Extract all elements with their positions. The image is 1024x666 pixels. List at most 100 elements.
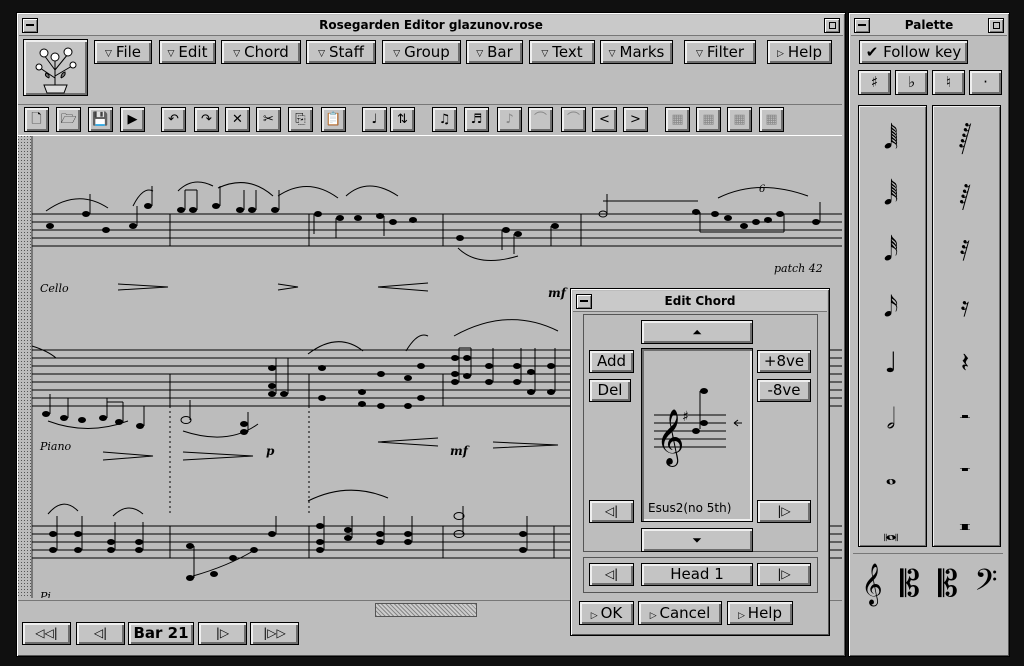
menu-label: Group xyxy=(404,43,450,61)
copy-icon[interactable]: ⎘ xyxy=(288,107,313,132)
alto-clef-icon[interactable]: 𝄡 xyxy=(890,565,930,605)
menu-label: Staff xyxy=(328,43,364,61)
chord-help-button[interactable]: ▷ Help xyxy=(727,601,793,625)
32nd-note-icon[interactable]: 𝅘𝅥𝅰 xyxy=(871,237,911,265)
sharp-button[interactable]: ♯ xyxy=(858,70,891,95)
menu-group[interactable]: ▽ Group xyxy=(382,40,461,64)
16th-rest-icon[interactable]: 𝄿 xyxy=(945,293,985,321)
first-bar-button[interactable]: ◁◁| xyxy=(22,622,71,645)
palette-maximize-button[interactable] xyxy=(988,18,1004,33)
64th-note-icon[interactable]: 𝅘𝅥𝅱 xyxy=(871,181,911,209)
chord-prev-button[interactable]: ◁| xyxy=(589,500,634,523)
triangle-down-icon: ▽ xyxy=(167,49,175,59)
triangle-right-icon: ▷ xyxy=(776,49,784,59)
menu-file[interactable]: ▽ File xyxy=(94,40,152,64)
chord-next-button[interactable]: |▷ xyxy=(757,500,811,523)
tie2-icon[interactable]: ⌒ xyxy=(561,107,586,132)
triangle-right-icon: ▷ xyxy=(590,611,601,621)
delete-icon[interactable]: ✕ xyxy=(225,107,250,132)
edit-chord-title: Edit Chord xyxy=(664,294,736,308)
crescendo-icon[interactable]: < xyxy=(592,107,617,132)
bass-clef-icon[interactable]: 𝄢 xyxy=(966,565,1006,605)
menu-filter[interactable]: ▽ Filter xyxy=(684,40,756,64)
save-icon[interactable]: 💾 xyxy=(88,107,113,132)
whole-note-icon[interactable]: 𝅝 xyxy=(871,461,911,489)
flat-button[interactable]: ♭ xyxy=(895,70,928,95)
breve-rest-icon[interactable]: 𝄺 xyxy=(945,517,985,545)
triangle-left-icon: ◁| xyxy=(604,567,619,581)
tie-icon[interactable]: ⌒ xyxy=(528,107,553,132)
last-bar-button[interactable]: |▷▷ xyxy=(250,622,299,645)
quarter-rest-icon[interactable]: 𝄽 xyxy=(945,349,985,377)
scroll-down-button[interactable]: ⏷ xyxy=(641,528,753,552)
decrescendo-icon[interactable]: > xyxy=(623,107,648,132)
half-rest-icon[interactable]: 𝄼 xyxy=(945,405,985,433)
triangle-down-icon: ▽ xyxy=(695,49,703,59)
treble-clef-icon[interactable]: 𝄞 xyxy=(852,565,892,605)
breve-icon[interactable]: 𝅜 xyxy=(871,517,911,545)
menu-text[interactable]: ▽ Text xyxy=(529,40,595,64)
grid2-icon[interactable]: ▦ xyxy=(696,107,721,132)
editor-title: Rosegarden Editor glazunov.rose xyxy=(319,18,543,32)
editor-titlebar[interactable]: Rosegarden Editor glazunov.rose xyxy=(19,15,843,36)
half-note-icon[interactable]: 𝅗𝅥 xyxy=(871,405,911,433)
play-icon[interactable]: ▶ xyxy=(120,107,145,132)
octave-down-button[interactable]: -8ve xyxy=(757,379,811,402)
64th-rest-icon[interactable]: 𝅁 xyxy=(945,181,985,209)
chord-display: 𝄞 ♯ Esus2(no 5th) xyxy=(641,348,753,522)
undo-icon[interactable]: ↶ xyxy=(161,107,186,132)
open-icon[interactable]: 🗁 xyxy=(56,107,81,132)
16th-note-icon[interactable]: 𝅘𝅥𝅯 xyxy=(871,293,911,321)
menu-chord[interactable]: ▽ Chord xyxy=(221,40,301,64)
triangle-down-icon: ▽ xyxy=(233,49,241,59)
cut-icon[interactable]: ✂ xyxy=(256,107,281,132)
head-prev-button[interactable]: ◁| xyxy=(589,563,634,586)
redo-icon[interactable]: ↷ xyxy=(194,107,219,132)
scroll-up-button[interactable]: ⏶ xyxy=(641,320,753,344)
help-menu[interactable]: ▷ Help xyxy=(767,40,832,64)
tenor-clef-icon[interactable]: 𝄡 xyxy=(928,565,968,605)
follow-key-label: Follow key xyxy=(883,43,962,61)
menu-marks[interactable]: ▽ Marks xyxy=(600,40,673,64)
maximize-button[interactable] xyxy=(824,18,840,33)
octave-up-button[interactable]: +8ve xyxy=(757,350,811,373)
beam-icon[interactable]: ♫ xyxy=(432,107,457,132)
triangle-right-icon: |▷ xyxy=(215,626,230,640)
beam3-icon[interactable]: ♪ xyxy=(497,107,522,132)
svg-text:♯: ♯ xyxy=(682,409,689,425)
palette-titlebar[interactable]: Palette xyxy=(851,15,1007,36)
grid-icon[interactable]: ▦ xyxy=(665,107,690,132)
menu-edit[interactable]: ▽ Edit xyxy=(159,40,216,64)
whole-rest-icon[interactable]: 𝄻 xyxy=(945,461,985,489)
grid4-icon[interactable]: ▦ xyxy=(759,107,784,132)
note-icon[interactable]: ♩ xyxy=(362,107,387,132)
flowerpot-icon xyxy=(35,47,77,94)
del-button[interactable]: Del xyxy=(589,379,631,402)
grid3-icon[interactable]: ▦ xyxy=(727,107,752,132)
beam2-icon[interactable]: ♬ xyxy=(464,107,489,132)
previous-bar-button[interactable]: ◁| xyxy=(76,622,125,645)
window-menu-button[interactable] xyxy=(22,18,38,33)
new-icon[interactable]: 🗋 xyxy=(24,107,49,132)
edit-chord-titlebar[interactable]: Edit Chord xyxy=(573,291,827,312)
menu-staff[interactable]: ▽ Staff xyxy=(306,40,376,64)
head-next-button[interactable]: |▷ xyxy=(757,563,811,586)
palette-menu-button[interactable] xyxy=(854,18,870,33)
ok-button[interactable]: ▷ OK xyxy=(579,601,634,625)
scrollbar-thumb[interactable] xyxy=(375,603,477,617)
bar-number[interactable]: Bar 21 xyxy=(128,622,194,645)
follow-key-toggle[interactable]: ✔ Follow key xyxy=(859,40,968,64)
32nd-rest-icon[interactable]: 𝅀 xyxy=(945,237,985,265)
flip-stem-icon[interactable]: ⇅ xyxy=(390,107,415,132)
natural-button[interactable]: ♮ xyxy=(932,70,965,95)
dot-button[interactable]: · xyxy=(969,70,1002,95)
menu-bar[interactable]: ▽ Bar xyxy=(466,40,523,64)
add-button[interactable]: Add xyxy=(589,350,634,373)
paste-icon[interactable]: 📋 xyxy=(321,107,346,132)
quarter-note-icon[interactable]: ♩ xyxy=(871,349,911,377)
cancel-button[interactable]: ▷ Cancel xyxy=(638,601,722,625)
dialog-menu-button[interactable] xyxy=(576,294,592,309)
128th-note-icon[interactable]: 𝅘𝅥𝅲 xyxy=(871,125,911,153)
128th-rest-icon[interactable]: 𝅂 xyxy=(945,125,985,153)
next-bar-button[interactable]: |▷ xyxy=(198,622,247,645)
